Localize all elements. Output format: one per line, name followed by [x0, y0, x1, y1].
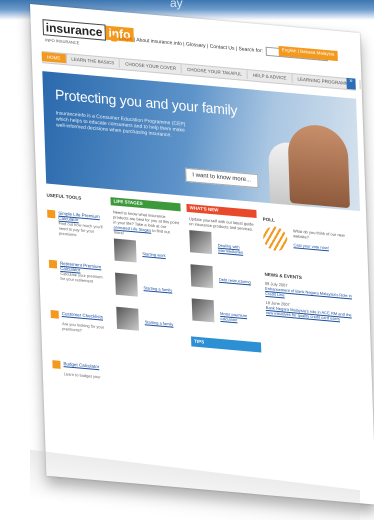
right-sidebar: POLL What do you think of our new websit…	[262, 211, 358, 323]
news-link[interactable]: Motor premium calculator	[220, 311, 260, 325]
list-item[interactable]: Starting a family	[113, 272, 184, 308]
contact-link[interactable]: Contact Us	[210, 44, 235, 52]
tool-title[interactable]: Customer Checklists	[62, 311, 103, 320]
glossary-link[interactable]: Glossary	[186, 42, 206, 50]
life-stages: LIFE STAGES Need to know what insurance …	[110, 197, 185, 343]
banner-text: ay	[170, 0, 183, 10]
login-link[interactable]: Login	[119, 36, 133, 43]
lang-english[interactable]: English	[282, 47, 297, 53]
calculator-icon	[47, 209, 56, 219]
poll-box: What do you think of our new website? Ca…	[262, 225, 356, 274]
tool-title[interactable]: Budget Calculator	[63, 361, 99, 369]
tips-heading: TIPS	[191, 336, 262, 353]
news-link[interactable]: Debt restructuring	[219, 277, 251, 285]
life-stages-intro: Need to know what insurance products are…	[113, 209, 180, 240]
lang-malay[interactable]: Bahasa Malaysia	[300, 49, 334, 57]
useful-tools-heading: USEFUL TOOLS	[46, 192, 82, 201]
tool-item[interactable]: Simple Life Premium Calculator Find out h…	[47, 209, 106, 255]
list-item[interactable]: Starting work	[112, 238, 183, 274]
website-page: insurance info INFO INSURANCE Login | Abo…	[30, 4, 374, 505]
screenshot-stage: ay insurance info INFO INSURANCE Login | …	[0, 0, 374, 520]
thumbnail-image	[190, 264, 214, 289]
thumbnail-image	[189, 230, 213, 255]
checklist-icon	[50, 309, 59, 319]
nav-choose-cover[interactable]: CHOOSE YOUR COVER	[120, 58, 183, 74]
poll-graphic-icon	[262, 225, 288, 252]
nav-home[interactable]: HOME	[41, 52, 67, 64]
list-item[interactable]: Motor premium calculator	[190, 298, 261, 334]
list-item[interactable]: Debt restructuring	[188, 264, 259, 300]
nav-choose-takaful[interactable]: CHOOSE YOUR TAKAFUL	[181, 64, 248, 80]
search-go-button[interactable]: »	[346, 77, 356, 90]
tool-desc: Find out how much you'll need to pay for…	[58, 220, 103, 238]
whats-new-text: Update yourself with our latest guide on…	[188, 216, 254, 232]
tool-item[interactable]: Budget Calculator Learn to budget your	[52, 360, 111, 405]
thumbnail-image	[115, 272, 138, 297]
whats-new: WHAT'S NEW Update yourself with our late…	[186, 203, 262, 353]
tool-desc: Learn to budget your	[63, 371, 101, 380]
poll-vote-link[interactable]: Cast your vote now!	[293, 242, 329, 250]
logo-tagline: INFO INSURANCE	[45, 37, 80, 46]
search-label: Search for:	[238, 46, 264, 55]
thumbnail-image	[191, 298, 215, 323]
about-link[interactable]: About insurance.info	[136, 37, 182, 47]
list-item[interactable]: Starting a family	[114, 306, 185, 343]
thumbnail-image	[113, 238, 137, 263]
news-link[interactable]: Dealing with intermediaries	[218, 243, 258, 257]
life-stage-link[interactable]: Starting a family	[145, 319, 174, 327]
list-item[interactable]: Dealing with intermediaries	[187, 230, 258, 266]
tool-item[interactable]: Customer Checklists Are you looking for y…	[50, 309, 110, 355]
useful-tools: USEFUL TOOLS Simple Life Premium Calcula…	[46, 192, 111, 406]
news-link[interactable]: Bank Negara Malaysia's role in ACE RM an…	[266, 305, 358, 323]
hero-banner: Protecting you and your family Insurance…	[42, 71, 361, 212]
nav-learn-basics[interactable]: LEARN THE BASICS	[66, 54, 121, 68]
tool-desc: Are you looking for your premiums?	[61, 320, 105, 333]
budget-icon	[52, 360, 61, 369]
tool-item[interactable]: Retirement Premium Calculator Calculate y…	[48, 259, 108, 305]
calculator-icon	[48, 259, 58, 269]
life-stage-link[interactable]: Starting a family	[143, 285, 172, 293]
poll-question: What do you think of our new website?	[292, 228, 345, 240]
news-item: 18 June 2007 Bank Negara Malaysia's role …	[265, 300, 357, 323]
life-stage-link[interactable]: Starting work	[142, 251, 166, 258]
hero-text: Insuranceinfo is a Consumer Education Pr…	[55, 110, 186, 139]
parent-image	[287, 122, 350, 209]
nav-help-advice[interactable]: HELP & ADVICE	[247, 70, 293, 84]
know-more-button[interactable]: I want to know more...	[185, 167, 259, 189]
login-icon	[110, 34, 117, 42]
thumbnail-image	[116, 306, 140, 331]
